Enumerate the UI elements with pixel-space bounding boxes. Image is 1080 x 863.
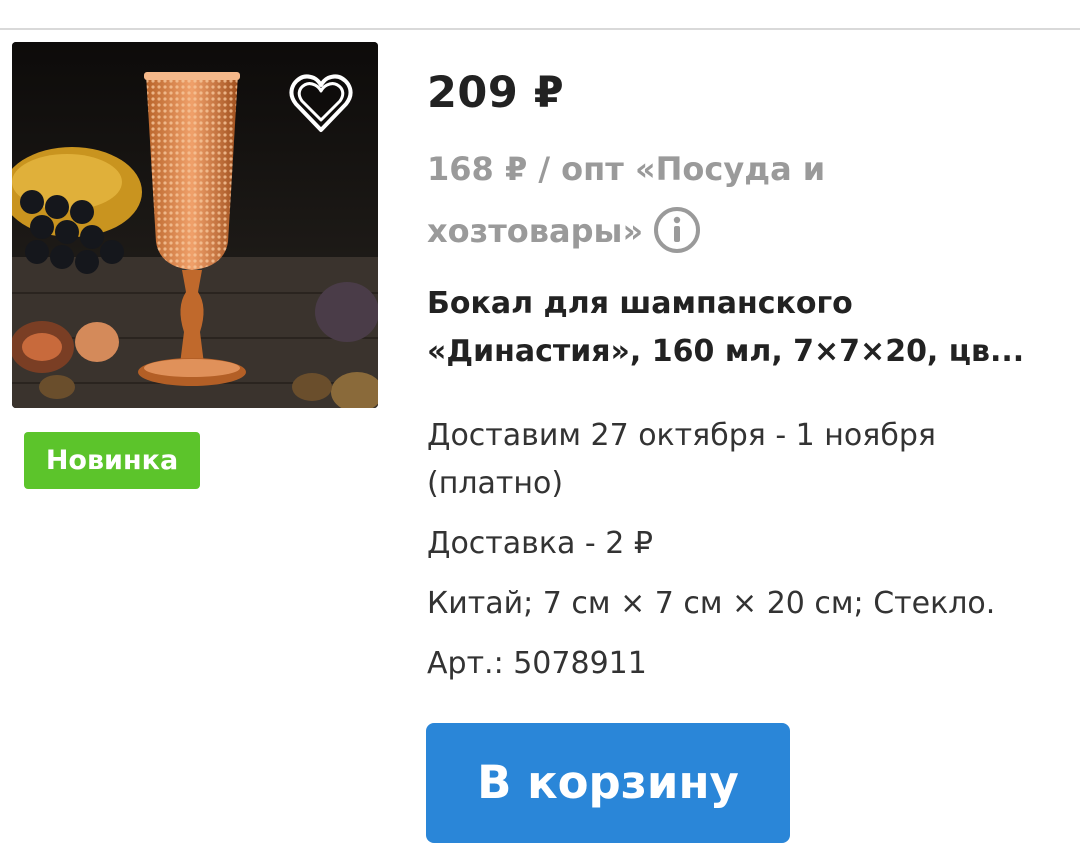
wholesale-price: 168 ₽ / опт «Посуда и хозтовары» (427, 138, 847, 262)
delivery-cost: Доставка - 2 ₽ (427, 526, 653, 561)
delivery-dates: Доставим 27 октября - 1 ноября (платно) (427, 418, 936, 501)
heart-icon[interactable] (288, 74, 354, 136)
new-badge: Новинка (24, 432, 200, 489)
info-circle-icon[interactable] (653, 206, 701, 254)
add-to-cart-button[interactable]: В корзину (426, 723, 790, 843)
product-sku: Арт.: 5078911 (427, 646, 647, 681)
product-title[interactable]: Бокал для шампанского «Династия», 160 мл… (427, 280, 1037, 376)
product-spec: Китай; 7 см × 7 см × 20 см; Стекло. (427, 586, 996, 621)
wholesale-label: 168 ₽ / опт «Посуда и хозтовары» (427, 150, 826, 250)
product-card: Новинка 209 ₽ 168 ₽ / опт «Посуда и хозт… (0, 0, 1080, 863)
divider (0, 28, 1080, 30)
price: 209 ₽ (427, 68, 565, 118)
